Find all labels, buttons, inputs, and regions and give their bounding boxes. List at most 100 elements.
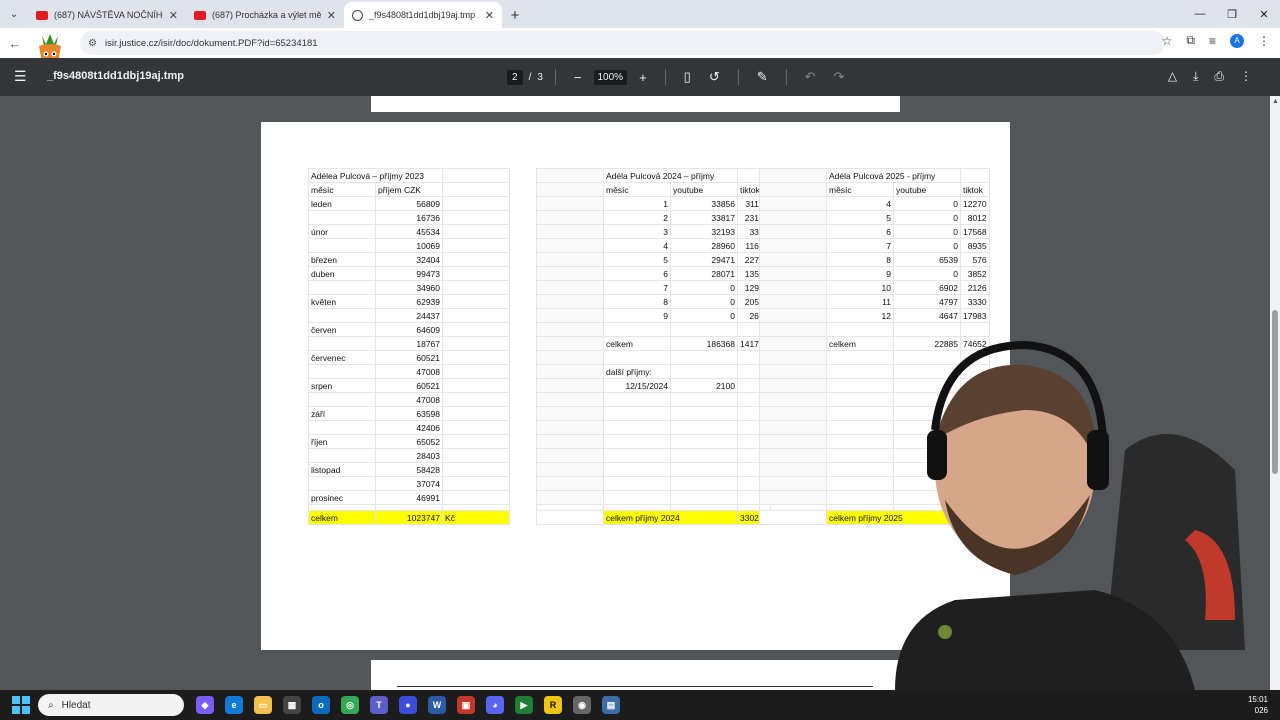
table-cell (759, 252, 827, 267)
rockstar-icon[interactable]: R (544, 696, 562, 714)
edge-icon[interactable]: e (225, 696, 243, 714)
tab-search-icon[interactable]: ⌄ (0, 0, 28, 28)
income-cell: 64609 (375, 322, 443, 337)
tab-3[interactable]: _f9s4808t1dd1dbj19aj.tmp ✕ (344, 2, 502, 28)
vertical-scrollbar[interactable]: ▲ (1270, 96, 1280, 690)
zoom-in-icon[interactable]: + (633, 70, 653, 85)
annotate-icon[interactable]: ✎ (751, 69, 774, 85)
teams-icon[interactable]: T (370, 696, 388, 714)
table-row (536, 420, 772, 435)
income-cell: 32404 (375, 252, 443, 267)
calculator-icon[interactable]: ▤ (602, 696, 620, 714)
total-row: celkem 1023747 Kč (308, 510, 510, 525)
table-row: srpen 60521 (308, 378, 510, 393)
tab-1[interactable]: (687) NÁVŠTĚVA NOČNÍHO MĚ ✕ (28, 2, 186, 28)
month-cell (308, 420, 376, 435)
system-clock[interactable]: 15:01 026 (1248, 694, 1268, 716)
table-row: 24437 (308, 308, 510, 323)
url-bar[interactable]: ⚙ isir.justice.cz/isir/doc/dokument.PDF?… (80, 31, 1165, 55)
income-cell: 58428 (375, 462, 443, 477)
site-info-icon[interactable]: ⚙ (88, 38, 97, 49)
table-cell (442, 210, 510, 225)
pdf-controls: 2 / 3 − 100% + ▯ ↺ ✎ ↶ ↷ (507, 69, 850, 85)
youtube-cell: 6902 (893, 280, 961, 295)
table-cell (442, 294, 510, 309)
print-icon[interactable]: ⎙ (1214, 69, 1224, 84)
discord-icon[interactable]: ◕ (486, 696, 504, 714)
table-cell (759, 294, 827, 309)
clock-date: 026 (1254, 706, 1268, 715)
table-cell (670, 392, 738, 407)
app-red-icon[interactable]: ▣ (457, 696, 475, 714)
close-tab-icon[interactable]: ✕ (327, 9, 336, 22)
bookmark-star-icon[interactable]: ☆ (1162, 34, 1173, 48)
table-title: Adéla Pulcová 2024 – příjmy (603, 168, 738, 183)
app-icon[interactable]: ● (399, 696, 417, 714)
income-cell: 47008 (375, 364, 443, 379)
store-icon[interactable]: ▦ (283, 696, 301, 714)
table-row: 1 33856 31192 (536, 196, 772, 211)
fit-page-icon[interactable]: ▯ (678, 69, 697, 85)
table-row: 7 0 12975 (536, 280, 772, 295)
income-cell: 34960 (375, 280, 443, 295)
close-tab-icon[interactable]: ✕ (485, 9, 494, 22)
table-row: 16736 (308, 210, 510, 225)
undo-icon[interactable]: ↶ (799, 69, 822, 85)
table-header-row: měsíc youtube tiktok (536, 182, 772, 197)
table-row: 10 6902 2126 (759, 280, 990, 295)
redo-icon[interactable]: ↷ (828, 69, 851, 85)
more-options-icon[interactable]: ⋮ (1240, 69, 1252, 84)
word-icon[interactable]: W (428, 696, 446, 714)
taskbar-search[interactable]: ⌕ Hledat (38, 694, 184, 716)
tab-2[interactable]: (687) Procházka a výlet město ( ✕ (186, 2, 344, 28)
page-number-input[interactable]: 2 (507, 69, 523, 85)
back-icon[interactable]: ← (4, 36, 26, 51)
table-row: 5 29471 22768 (536, 252, 772, 267)
youtube-cell: 32193 (670, 224, 738, 239)
hamburger-menu-icon[interactable]: ☰ (14, 68, 27, 85)
close-window-icon[interactable]: ✕ (1248, 0, 1280, 28)
close-tab-icon[interactable]: ✕ (169, 9, 178, 22)
table-cell (759, 448, 827, 463)
month-cell: červen (308, 322, 376, 337)
youtube-cell: 4797 (893, 294, 961, 309)
chrome-icon[interactable]: ◎ (341, 696, 359, 714)
table-cell (536, 364, 604, 379)
reading-list-icon[interactable]: ≡ (1209, 34, 1216, 48)
month-cell: 9 (826, 266, 894, 281)
rotate-icon[interactable]: ↺ (703, 69, 726, 85)
zoom-out-icon[interactable]: − (568, 70, 588, 85)
windows-start-icon[interactable] (12, 696, 30, 714)
table-cell (442, 266, 510, 281)
tiktok-cell: 576 (960, 252, 990, 267)
minimize-icon[interactable]: — (1184, 0, 1216, 28)
zoom-level-input[interactable]: 100% (593, 69, 628, 85)
youtube-cell: 0 (893, 238, 961, 253)
table-cell (670, 420, 738, 435)
extensions-icon[interactable]: ⧉ (1186, 33, 1195, 48)
youtube-cell: 0 (670, 294, 738, 309)
kebab-menu-icon[interactable]: ⋮ (1258, 34, 1270, 48)
profile-avatar[interactable]: A (1230, 33, 1244, 48)
tiktok-cell: 8935 (960, 238, 990, 253)
obs-icon[interactable]: ◉ (573, 696, 591, 714)
table-cell (536, 434, 604, 449)
table-cell (536, 510, 604, 525)
file-explorer-icon[interactable]: ▭ (254, 696, 272, 714)
table-cell (536, 238, 604, 253)
table-cell (759, 336, 827, 351)
scroll-up-icon[interactable]: ▲ (1272, 98, 1279, 105)
media-player-icon[interactable]: ▶ (515, 696, 533, 714)
table-row (536, 462, 772, 477)
restore-icon[interactable]: ❐ (1216, 0, 1248, 28)
drive-icon[interactable]: △ (1168, 69, 1177, 84)
copilot-icon[interactable]: ◆ (196, 696, 214, 714)
download-icon[interactable]: ⤓ (1193, 69, 1198, 84)
outlook-icon[interactable]: o (312, 696, 330, 714)
new-tab-button[interactable]: + (502, 2, 528, 28)
table-cell (442, 322, 510, 337)
table-cell (536, 252, 604, 267)
table-cell (759, 378, 827, 393)
scrollbar-thumb[interactable] (1272, 310, 1278, 474)
table-cell (670, 350, 738, 365)
